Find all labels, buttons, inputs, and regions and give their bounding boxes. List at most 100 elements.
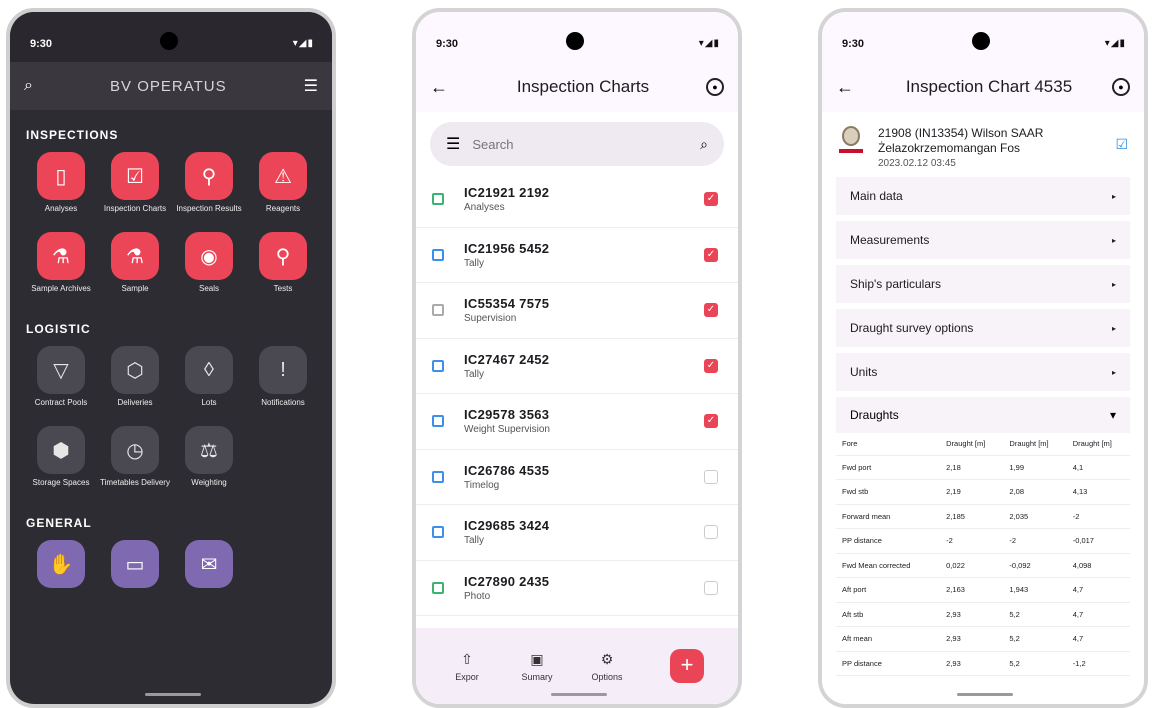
row-checkbox[interactable]: ✓ [704,358,718,373]
list-item[interactable]: IC26786 4535 Timelog [416,450,738,505]
tile-mail[interactable]: ✉ [172,540,246,612]
chart-status-icon [432,470,444,483]
account-icon[interactable]: ● [706,78,724,96]
tile-lots[interactable]: ◊ Lots [172,346,246,418]
tile-tests[interactable]: ⚲ Tests [246,232,320,304]
table-cell: 4,7 [1066,602,1130,627]
header-line-2: Żelazokrzemomangan Fos [878,141,1021,155]
tile-handshake[interactable]: ✋ [24,540,98,612]
chart-type: Tally [464,368,485,380]
list-item[interactable]: IC55354 7575 Supervision ✓ [416,283,738,339]
home-indicator[interactable] [957,693,1013,696]
list-item[interactable]: IC27467 2452 Tally ✓ [416,339,738,394]
tile-storage-spaces[interactable]: ⬢ Storage Spaces [24,426,98,498]
table-row: Fwd stb 2,19 2,08 4,13 [836,479,1130,505]
tile-label: Contract Pools [34,398,88,407]
tile-contract-pools[interactable]: ▽ Contract Pools [24,346,98,418]
camera-notch [566,32,584,50]
tile-sample-archives[interactable]: ⚗ Sample Archives [24,232,98,304]
tile-inspection-results[interactable]: ⚲ Inspection Results [172,152,246,224]
tile-scales[interactable]: ⚖ Weighting [172,426,246,498]
section-list: Main data ▸ Measurements ▸ Ship's particular… [822,177,1144,391]
table-cell: 2,19 [940,479,1004,505]
list-item-text: IC26786 4535 Timelog [464,463,704,491]
inspection-charts-icon: ☑ [111,152,159,200]
tile-sample[interactable]: ⚗ Sample [98,232,172,304]
chart-header: 21908 (IN13354) Wilson SAAR Żelazokrzemo… [822,112,1144,177]
tile-label: Timetables Delivery [100,478,170,487]
row-checkbox[interactable]: ✓ [704,414,718,429]
row-checkbox[interactable] [704,525,718,540]
section-row[interactable]: Units ▸ [836,353,1130,391]
row-checkbox[interactable] [704,580,718,595]
chevron-right-icon: ▸ [1111,279,1116,289]
section-label: Main data [850,189,903,203]
clock-icon: ◷ [111,426,159,474]
tile-label: Notifications [261,398,305,407]
section-label: Draught survey options [850,321,974,335]
home-indicator[interactable] [551,693,607,696]
chart-status-icon [432,304,444,317]
row-checkbox[interactable]: ✓ [704,247,718,262]
tile-reagents[interactable]: ⚠ Reagents [246,152,320,224]
row-checkbox[interactable]: ✓ [704,303,718,318]
back-arrow-icon[interactable]: ← [430,77,460,98]
row-checkbox[interactable]: ✓ [704,192,718,207]
chart-code: IC55354 7575 [464,296,550,312]
tile-seals[interactable]: ◉ Seals [172,232,246,304]
export-button[interactable]: ⇧ Expor [432,651,502,682]
row-checkbox[interactable] [704,469,718,484]
phone-inspection-chart-detail: 9:30 ▾◢▮ ← Inspection Chart 4535 ● 21908… [818,8,1148,708]
camera-notch [160,32,178,50]
table-cell: 2,08 [1003,479,1067,505]
section-row[interactable]: Draught survey options ▸ [836,309,1130,347]
tile-notifications[interactable]: ! Notifications [246,346,320,418]
summary-button[interactable]: ▣ Sumary [502,651,572,682]
upload-icon: ⇧ [461,650,473,667]
draughts-header[interactable]: Draughts ▾ [836,397,1130,433]
menu-icon[interactable]: ☰ [446,134,460,154]
tile-inspection-charts[interactable]: ☑ Inspection Charts [98,152,172,224]
table-row: Aft stb 2,93 5,2 4,7 [836,602,1130,627]
edit-icon[interactable]: ☑ [1115,136,1128,153]
chart-status-icon [432,193,444,206]
search-bar[interactable]: ☰ ⌕ [430,122,724,166]
list-item-text: IC29685 3424 Tally [464,518,704,546]
tile-label: Deliveries [117,398,153,407]
options-button[interactable]: ⚙ Options [572,651,642,682]
status-bar: 9:30 ▾◢▮ [416,12,738,62]
add-button[interactable]: + [670,649,704,683]
list-item[interactable]: IC21921 2192 Analyses ✓ [416,172,738,228]
section-row[interactable]: Main data ▸ [836,177,1130,215]
table-cell: Aft port [836,577,941,603]
back-arrow-icon[interactable]: ← [836,77,866,98]
account-icon[interactable]: ● [1112,78,1130,96]
tile-folder[interactable]: ▭ [98,540,172,612]
chart-code: IC21956 5452 [464,240,550,256]
search-icon[interactable]: ⌕ [700,136,708,153]
chart-code: IC27467 2452 [464,351,550,367]
list-item[interactable]: IC21956 5452 Tally ✓ [416,228,738,283]
list-item-text: IC27890 2435 Photo [464,574,704,602]
table-cell: -1,2 [1066,651,1130,676]
section-row[interactable]: Ship's particulars ▸ [836,265,1130,303]
summary-label: Sumary [521,671,553,682]
list-item[interactable]: IC27890 2435 Photo [416,561,738,616]
lots-icon: ◊ [185,346,233,394]
tile-analyses[interactable]: ▯ Analyses [24,152,98,224]
list-item[interactable]: IC29685 3424 Tally [416,505,738,561]
table-cell: -0,017 [1066,528,1130,554]
tile-deliveries[interactable]: ⬡ Deliveries [98,346,172,418]
menu-icon[interactable]: ☰ [304,76,318,96]
tile-label: Reagents [265,204,301,213]
export-label: Expor [455,671,479,682]
home-indicator[interactable] [145,693,201,696]
column-header: Draught [m] [940,433,1004,456]
section-row[interactable]: Measurements ▸ [836,221,1130,259]
search-icon[interactable]: ⌕ [24,77,33,95]
chart-status-icon [432,581,444,594]
search-input[interactable] [472,136,689,152]
tile-clock[interactable]: ◷ Timetables Delivery [98,426,172,498]
chevron-right-icon: ▸ [1111,191,1116,201]
list-item[interactable]: IC29578 3563 Weight Supervision ✓ [416,394,738,450]
